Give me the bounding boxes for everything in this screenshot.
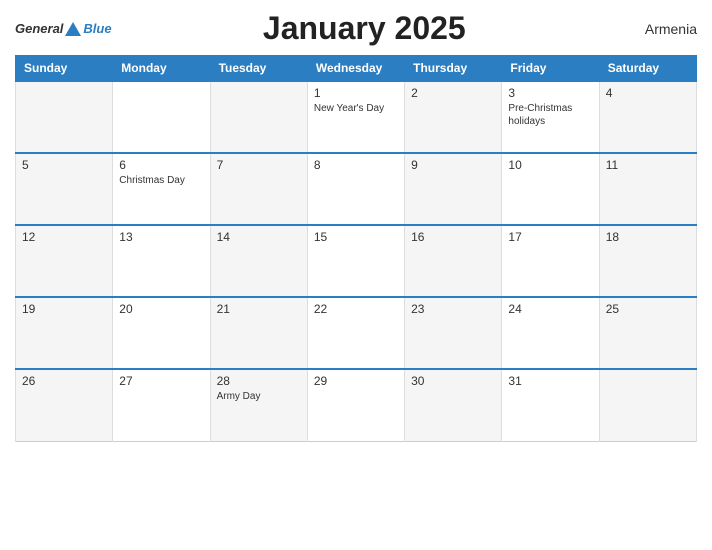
calendar-cell: 24 [502, 297, 599, 369]
calendar-cell: 30 [405, 369, 502, 441]
day-number: 27 [119, 374, 203, 388]
calendar-cell: 5 [16, 153, 113, 225]
calendar-cell: 19 [16, 297, 113, 369]
calendar-cell: 9 [405, 153, 502, 225]
page: General Blue January 2025 Armenia Sunday… [0, 0, 712, 550]
day-event: Christmas Day [119, 174, 203, 187]
calendar-cell: 11 [599, 153, 696, 225]
col-wednesday: Wednesday [307, 56, 404, 82]
day-number: 18 [606, 230, 690, 244]
day-number: 22 [314, 302, 398, 316]
col-tuesday: Tuesday [210, 56, 307, 82]
calendar-title: January 2025 [112, 10, 617, 47]
day-number: 7 [217, 158, 301, 172]
logo: General Blue [15, 21, 112, 36]
day-number: 30 [411, 374, 495, 388]
day-number: 20 [119, 302, 203, 316]
logo-triangle-icon [65, 22, 81, 36]
calendar-cell: 3 Pre-Christmas holidays [502, 81, 599, 153]
calendar-week-row: 26 27 28 Army Day 29 30 31 [16, 369, 697, 441]
day-event: Pre-Christmas holidays [508, 102, 592, 128]
calendar-table: Sunday Monday Tuesday Wednesday Thursday… [15, 55, 697, 442]
day-number: 21 [217, 302, 301, 316]
day-number: 31 [508, 374, 592, 388]
day-number: 16 [411, 230, 495, 244]
col-sunday: Sunday [16, 56, 113, 82]
calendar-cell: 29 [307, 369, 404, 441]
col-friday: Friday [502, 56, 599, 82]
day-number: 19 [22, 302, 106, 316]
calendar-cell: 26 [16, 369, 113, 441]
day-number: 9 [411, 158, 495, 172]
country-label: Armenia [617, 21, 697, 37]
calendar-cell [16, 81, 113, 153]
day-event: New Year's Day [314, 102, 398, 115]
logo-blue-text: Blue [83, 21, 111, 36]
day-number: 10 [508, 158, 592, 172]
calendar-cell: 2 [405, 81, 502, 153]
calendar-cell: 10 [502, 153, 599, 225]
day-number: 5 [22, 158, 106, 172]
calendar-cell: 8 [307, 153, 404, 225]
calendar-cell: 1 New Year's Day [307, 81, 404, 153]
calendar-cell: 13 [113, 225, 210, 297]
calendar-cell: 12 [16, 225, 113, 297]
calendar-cell: 23 [405, 297, 502, 369]
calendar-header-row: Sunday Monday Tuesday Wednesday Thursday… [16, 56, 697, 82]
day-number: 17 [508, 230, 592, 244]
calendar-cell: 21 [210, 297, 307, 369]
col-monday: Monday [113, 56, 210, 82]
day-number: 12 [22, 230, 106, 244]
day-number: 1 [314, 86, 398, 100]
calendar-cell: 15 [307, 225, 404, 297]
calendar-cell [210, 81, 307, 153]
day-number: 4 [606, 86, 690, 100]
calendar-cell: 6 Christmas Day [113, 153, 210, 225]
calendar-cell: 14 [210, 225, 307, 297]
day-event: Army Day [217, 390, 301, 403]
calendar-cell: 31 [502, 369, 599, 441]
day-number: 14 [217, 230, 301, 244]
day-number: 24 [508, 302, 592, 316]
calendar-cell: 17 [502, 225, 599, 297]
calendar-cell: 7 [210, 153, 307, 225]
col-saturday: Saturday [599, 56, 696, 82]
day-number: 11 [606, 158, 690, 172]
calendar-cell: 18 [599, 225, 696, 297]
day-number: 28 [217, 374, 301, 388]
calendar-week-row: 56 Christmas Day 789 10 11 [16, 153, 697, 225]
day-number: 15 [314, 230, 398, 244]
calendar-cell [113, 81, 210, 153]
day-number: 13 [119, 230, 203, 244]
calendar-cell: 27 [113, 369, 210, 441]
day-number: 8 [314, 158, 398, 172]
day-number: 29 [314, 374, 398, 388]
calendar-cell: 20 [113, 297, 210, 369]
day-number: 2 [411, 86, 495, 100]
day-number: 3 [508, 86, 592, 100]
calendar-week-row: 12 13 14 15 16 17 18 [16, 225, 697, 297]
calendar-cell: 16 [405, 225, 502, 297]
day-number: 23 [411, 302, 495, 316]
calendar-cell: 28 Army Day [210, 369, 307, 441]
calendar-cell [599, 369, 696, 441]
day-number: 6 [119, 158, 203, 172]
day-number: 26 [22, 374, 106, 388]
day-number: 25 [606, 302, 690, 316]
header: General Blue January 2025 Armenia [15, 10, 697, 47]
col-thursday: Thursday [405, 56, 502, 82]
calendar-cell: 25 [599, 297, 696, 369]
logo-general-text: General [15, 21, 63, 36]
calendar-cell: 22 [307, 297, 404, 369]
calendar-cell: 4 [599, 81, 696, 153]
calendar-week-row: 19 20 21 22 23 24 25 [16, 297, 697, 369]
calendar-week-row: 1 New Year's Day 23 Pre-Christmas holidays 4 [16, 81, 697, 153]
